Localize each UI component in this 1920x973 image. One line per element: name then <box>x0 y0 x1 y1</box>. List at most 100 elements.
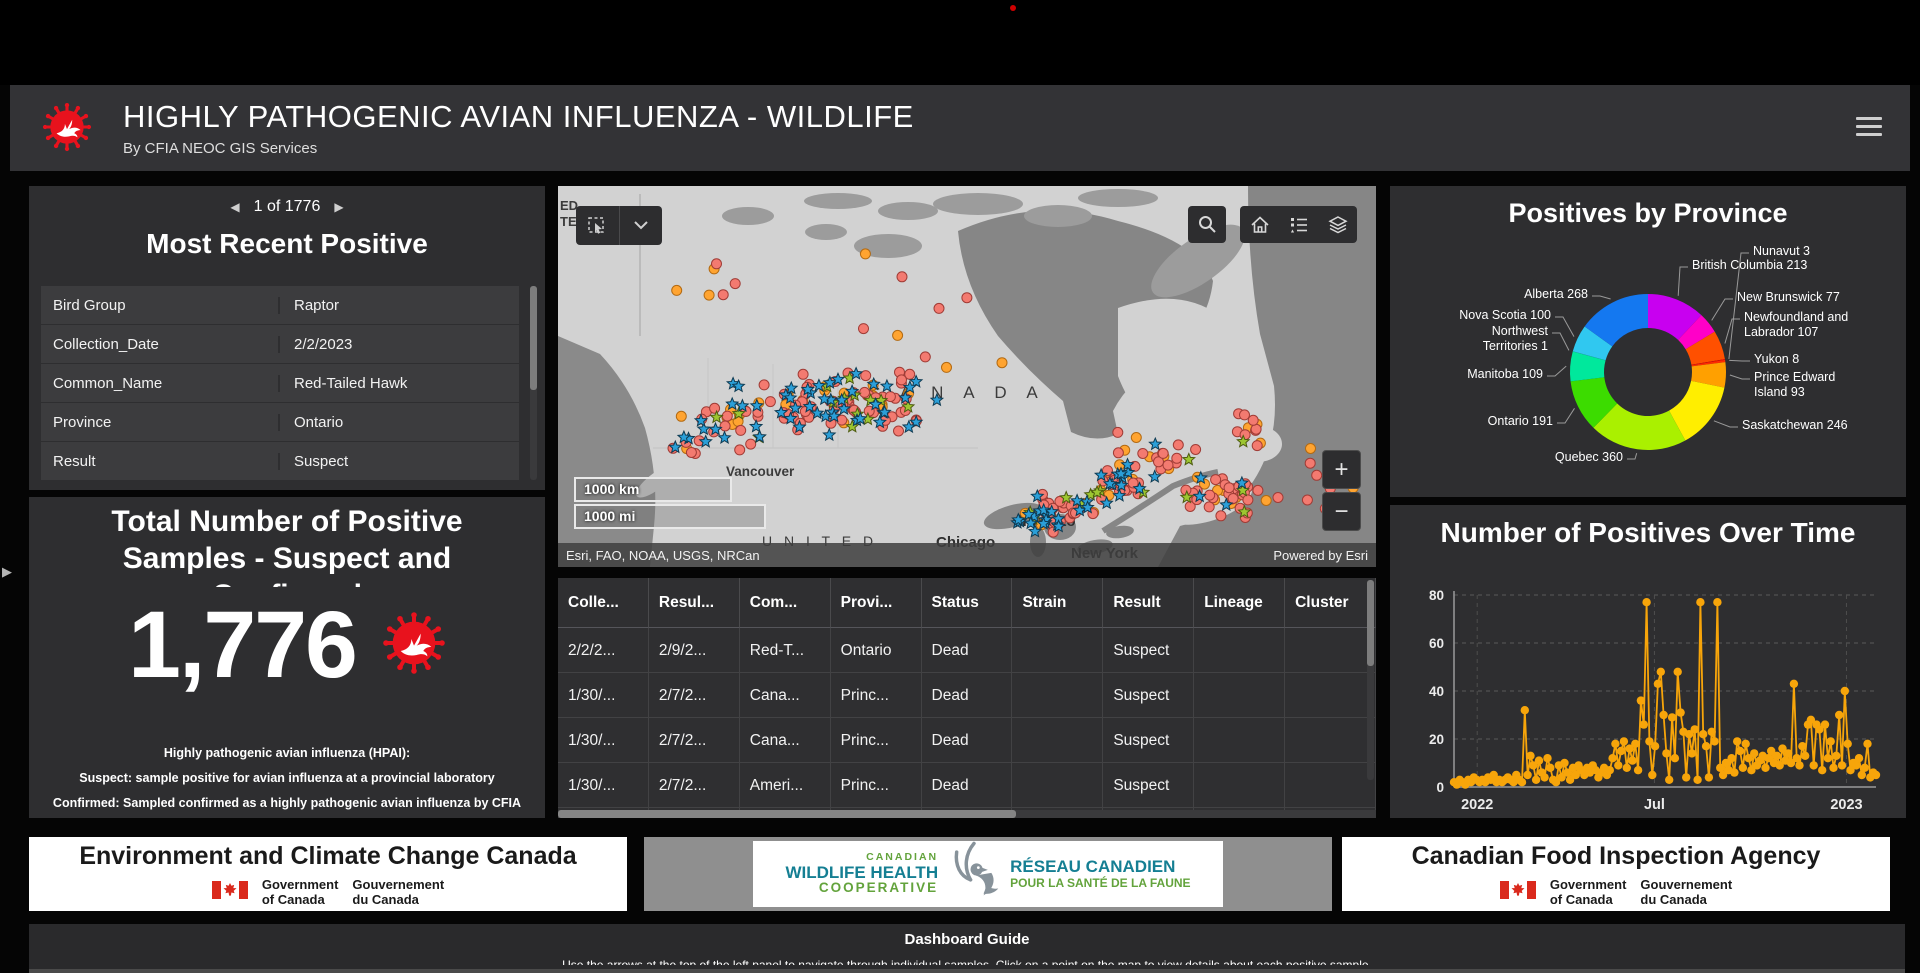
data-point[interactable] <box>1668 713 1676 721</box>
salmon-sample-marker[interactable] <box>1216 511 1226 521</box>
select-tool-icon[interactable] <box>576 206 619 245</box>
data-point[interactable] <box>1835 711 1843 719</box>
salmon-sample-marker[interactable] <box>1113 448 1123 458</box>
data-point[interactable] <box>1844 740 1852 748</box>
data-point[interactable] <box>1631 740 1639 748</box>
data-point[interactable] <box>1691 725 1699 733</box>
data-point[interactable] <box>1535 756 1543 764</box>
salmon-sample-marker[interactable] <box>1248 415 1258 425</box>
salmon-sample-marker[interactable] <box>962 293 972 303</box>
column-header[interactable]: Com... <box>740 578 831 628</box>
salmon-sample-marker[interactable] <box>1243 495 1253 505</box>
column-header[interactable]: Result <box>1103 578 1194 628</box>
column-header[interactable]: Cluster <box>1285 578 1376 628</box>
data-point[interactable] <box>1546 764 1554 772</box>
data-point[interactable] <box>1710 737 1718 745</box>
data-point[interactable] <box>1841 687 1849 695</box>
map-select-control[interactable] <box>576 206 662 245</box>
salmon-sample-marker[interactable] <box>736 425 746 435</box>
data-point[interactable] <box>1784 749 1792 757</box>
orange-sample-marker[interactable] <box>1261 496 1271 506</box>
salmon-sample-marker[interactable] <box>1138 449 1148 459</box>
salmon-sample-marker[interactable] <box>894 426 904 436</box>
line-chart[interactable]: 0204060802022Jul2023 <box>1390 505 1906 818</box>
data-point[interactable] <box>1798 742 1806 750</box>
orange-sample-marker[interactable] <box>676 411 686 421</box>
column-header[interactable]: Status <box>922 578 1013 628</box>
data-point[interactable] <box>1827 737 1835 745</box>
data-point[interactable] <box>1617 747 1625 755</box>
data-point[interactable] <box>1614 761 1622 769</box>
data-point[interactable] <box>1659 711 1667 719</box>
scrollbar-horizontal[interactable] <box>558 810 1376 818</box>
data-point[interactable] <box>1702 742 1710 750</box>
data-point[interactable] <box>1648 771 1656 779</box>
salmon-sample-marker[interactable] <box>837 415 847 425</box>
data-point[interactable] <box>1688 749 1696 757</box>
data-point[interactable] <box>1543 754 1551 762</box>
data-point[interactable] <box>1662 749 1670 757</box>
table-row[interactable]: 1/30/...2/7/2...Cana...Princ...DeadSuspe… <box>558 673 1376 718</box>
salmon-sample-marker[interactable] <box>1204 502 1214 512</box>
orange-sample-marker[interactable] <box>942 362 952 372</box>
orange-sample-marker[interactable] <box>672 285 682 295</box>
data-point[interactable] <box>1821 720 1829 728</box>
salmon-sample-marker[interactable] <box>735 445 745 455</box>
table-row[interactable]: 1/30/...2/7/2...Ameri...Princ...DeadSusp… <box>558 763 1376 808</box>
salmon-sample-marker[interactable] <box>1113 427 1123 437</box>
scrollbar-vertical[interactable] <box>530 286 537 480</box>
column-header[interactable]: Strain <box>1012 578 1103 628</box>
data-point[interactable] <box>1521 706 1529 714</box>
data-point[interactable] <box>1699 730 1707 738</box>
column-header[interactable]: Lineage <box>1194 578 1285 628</box>
orange-sample-marker[interactable] <box>860 249 870 259</box>
data-point[interactable] <box>1651 742 1659 750</box>
layers-icon[interactable] <box>1318 206 1357 243</box>
salmon-sample-marker[interactable] <box>1302 495 1312 505</box>
data-point[interactable] <box>1665 776 1673 784</box>
data-point[interactable] <box>1693 776 1701 784</box>
salmon-sample-marker[interactable] <box>885 392 895 402</box>
pager-next-icon[interactable]: ▶ <box>320 200 357 214</box>
data-point[interactable] <box>1713 598 1721 606</box>
data-point[interactable] <box>1642 598 1650 606</box>
data-point[interactable] <box>1611 740 1619 748</box>
map-search-button[interactable] <box>1188 206 1226 243</box>
orange-sample-marker[interactable] <box>893 330 903 340</box>
scrollbar-vertical[interactable] <box>1367 580 1374 780</box>
salmon-sample-marker[interactable] <box>759 380 769 390</box>
home-icon[interactable] <box>1240 206 1279 243</box>
data-point[interactable] <box>1730 768 1738 776</box>
orange-sample-marker[interactable] <box>997 358 1007 368</box>
data-point[interactable] <box>1838 761 1846 769</box>
data-point[interactable] <box>1671 754 1679 762</box>
chevron-down-icon[interactable] <box>619 206 663 245</box>
data-point[interactable] <box>1733 737 1741 745</box>
salmon-sample-marker[interactable] <box>1252 441 1262 451</box>
data-point[interactable] <box>1674 668 1682 676</box>
salmon-sample-marker[interactable] <box>1228 494 1238 504</box>
salmon-sample-marker[interactable] <box>1253 485 1263 495</box>
salmon-sample-marker[interactable] <box>920 352 930 362</box>
salmon-sample-marker[interactable] <box>1211 475 1221 485</box>
salmon-sample-marker[interactable] <box>1158 448 1168 458</box>
data-point[interactable] <box>1773 752 1781 760</box>
zoom-in-button[interactable]: + <box>1322 450 1361 489</box>
salmon-sample-marker[interactable] <box>710 403 720 413</box>
pager-prev-icon[interactable]: ◀ <box>216 200 253 214</box>
data-point[interactable] <box>1637 696 1645 704</box>
salmon-sample-marker[interactable] <box>720 421 730 431</box>
data-point[interactable] <box>1657 668 1665 676</box>
data-point[interactable] <box>1795 761 1803 769</box>
data-point[interactable] <box>1750 749 1758 757</box>
data-point[interactable] <box>1824 754 1832 762</box>
data-point[interactable] <box>1761 764 1769 772</box>
salmon-sample-marker[interactable] <box>1224 483 1234 493</box>
panel-expander-icon[interactable]: ▶ <box>2 564 12 580</box>
salmon-sample-marker[interactable] <box>1172 453 1182 463</box>
data-point[interactable] <box>1540 773 1548 781</box>
salmon-sample-marker[interactable] <box>1191 445 1201 455</box>
orange-sample-marker[interactable] <box>704 290 714 300</box>
data-point[interactable] <box>1654 680 1662 688</box>
data-point[interactable] <box>1518 778 1526 786</box>
